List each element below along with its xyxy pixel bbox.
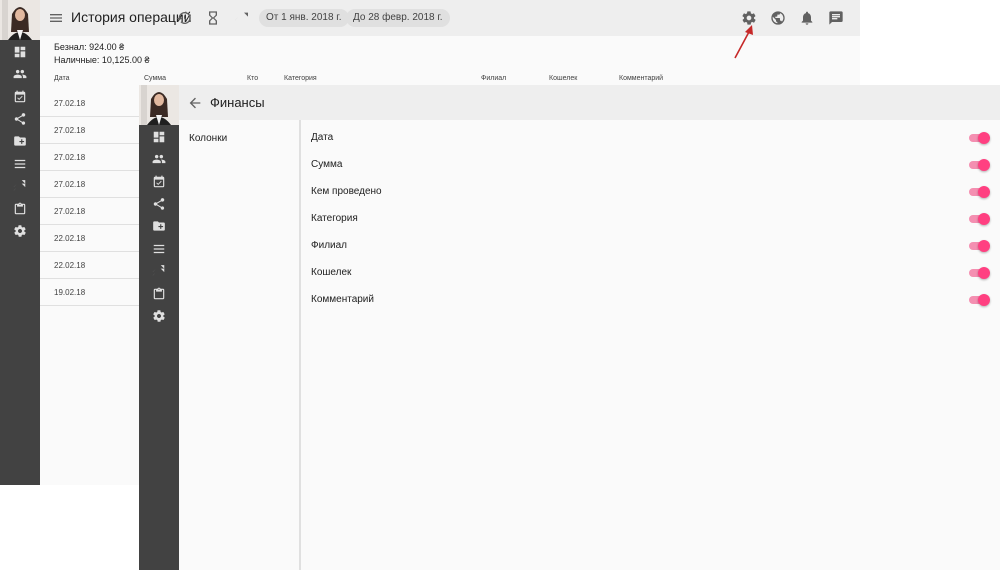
table-row[interactable]: 27.02.18 xyxy=(40,198,140,225)
setting-row: Филиал xyxy=(303,232,1000,259)
settings-icon[interactable] xyxy=(151,308,167,324)
list-icon[interactable] xyxy=(12,156,28,172)
toggle-switch[interactable] xyxy=(969,132,990,144)
annotation-arrow xyxy=(734,25,753,59)
setting-label: Категория xyxy=(311,213,358,224)
share-icon[interactable] xyxy=(12,111,28,127)
toggle-switch[interactable] xyxy=(969,159,990,171)
trend-icon[interactable] xyxy=(233,9,251,27)
toggle-switch[interactable] xyxy=(969,240,990,252)
globe-icon[interactable] xyxy=(769,9,787,27)
settings-nav: Колонки xyxy=(179,120,301,570)
setting-row: Кошелек xyxy=(303,259,1000,286)
setting-label: Кошелек xyxy=(311,267,352,278)
table-row[interactable]: 22.02.18 xyxy=(40,252,140,279)
setting-row: Дата xyxy=(303,124,1000,151)
people-icon[interactable] xyxy=(151,151,167,167)
share-icon[interactable] xyxy=(151,196,167,212)
calendar-check-icon[interactable] xyxy=(12,89,28,105)
row-date: 27.02.18 xyxy=(54,99,86,108)
clipboard-icon[interactable] xyxy=(12,201,28,217)
history-icon[interactable] xyxy=(175,9,193,27)
setting-row: Кем проведено xyxy=(303,178,1000,205)
trending-icon[interactable] xyxy=(12,178,28,194)
column-header-date[interactable]: Дата xyxy=(54,75,70,82)
calendar-check-icon[interactable] xyxy=(151,174,167,190)
toggle-switch[interactable] xyxy=(969,213,990,225)
folder-add-icon[interactable] xyxy=(151,218,167,234)
nav-item-columns[interactable]: Колонки xyxy=(189,133,227,144)
row-date: 27.02.18 xyxy=(54,153,86,162)
table-row[interactable]: 27.02.18 xyxy=(40,90,140,117)
row-date: 19.02.18 xyxy=(54,288,86,297)
folder-add-icon[interactable] xyxy=(12,133,28,149)
column-header-amount[interactable]: Сумма xyxy=(144,75,166,82)
toggle-switch[interactable] xyxy=(969,294,990,306)
trending-icon[interactable] xyxy=(151,263,167,279)
setting-row: Сумма xyxy=(303,151,1000,178)
column-header-category[interactable]: Категория xyxy=(284,75,317,82)
setting-label: Кем проведено xyxy=(311,186,382,197)
clipboard-icon[interactable] xyxy=(151,286,167,302)
date-to-chip[interactable]: До 28 февр. 2018 г. xyxy=(346,9,450,27)
table-row[interactable]: 27.02.18 xyxy=(40,117,140,144)
column-header-comment[interactable]: Комментарий xyxy=(619,75,663,82)
column-header-branch[interactable]: Филиал xyxy=(481,75,506,82)
table-row[interactable]: 27.02.18 xyxy=(40,144,140,171)
date-from-chip[interactable]: От 1 янв. 2018 г. xyxy=(259,9,349,27)
row-date: 22.02.18 xyxy=(54,234,86,243)
setting-label: Сумма xyxy=(311,159,343,170)
row-date: 27.02.18 xyxy=(54,180,86,189)
table-row[interactable]: 27.02.18 xyxy=(40,171,140,198)
dashboard-icon[interactable] xyxy=(151,129,167,145)
back-arrow-icon[interactable] xyxy=(186,94,204,112)
chat-icon[interactable] xyxy=(827,9,845,27)
avatar[interactable] xyxy=(139,85,179,125)
hourglass-icon[interactable] xyxy=(204,9,222,27)
row-date: 27.02.18 xyxy=(54,126,86,135)
table-row[interactable]: 22.02.18 xyxy=(40,225,140,252)
page-title: История операций xyxy=(71,9,192,25)
setting-label: Комментарий xyxy=(311,294,374,305)
column-header-wallet[interactable]: Кошелек xyxy=(549,75,577,82)
avatar[interactable] xyxy=(0,0,40,40)
sidebar xyxy=(139,85,179,570)
finance-settings-window: Финансы Колонки Дата Сумма Кем проведено… xyxy=(139,85,1000,570)
top-bar: Финансы xyxy=(179,85,1000,120)
sidebar xyxy=(0,0,40,485)
row-date: 22.02.18 xyxy=(54,261,86,270)
people-icon[interactable] xyxy=(12,66,28,82)
menu-icon[interactable] xyxy=(47,9,65,27)
cash-balance: Наличные: 10,125.00 ₴ xyxy=(54,55,150,65)
toggle-switch[interactable] xyxy=(969,267,990,279)
setting-row: Комментарий xyxy=(303,286,1000,313)
list-icon[interactable] xyxy=(151,241,167,257)
setting-label: Филиал xyxy=(311,240,348,251)
setting-label: Дата xyxy=(311,132,334,143)
setting-row: Категория xyxy=(303,205,1000,232)
toggle-switch[interactable] xyxy=(969,186,990,198)
bell-icon[interactable] xyxy=(798,9,816,27)
column-settings: Дата Сумма Кем проведено Категория Филиа… xyxy=(303,120,1000,570)
column-header-who[interactable]: Кто xyxy=(247,75,258,82)
dashboard-icon[interactable] xyxy=(12,44,28,60)
noncash-balance: Безнал: 924.00 ₴ xyxy=(54,42,125,52)
page-title: Финансы xyxy=(210,95,265,110)
settings-icon[interactable] xyxy=(12,223,28,239)
table-row[interactable]: 19.02.18 xyxy=(40,279,140,306)
row-date: 27.02.18 xyxy=(54,207,86,216)
